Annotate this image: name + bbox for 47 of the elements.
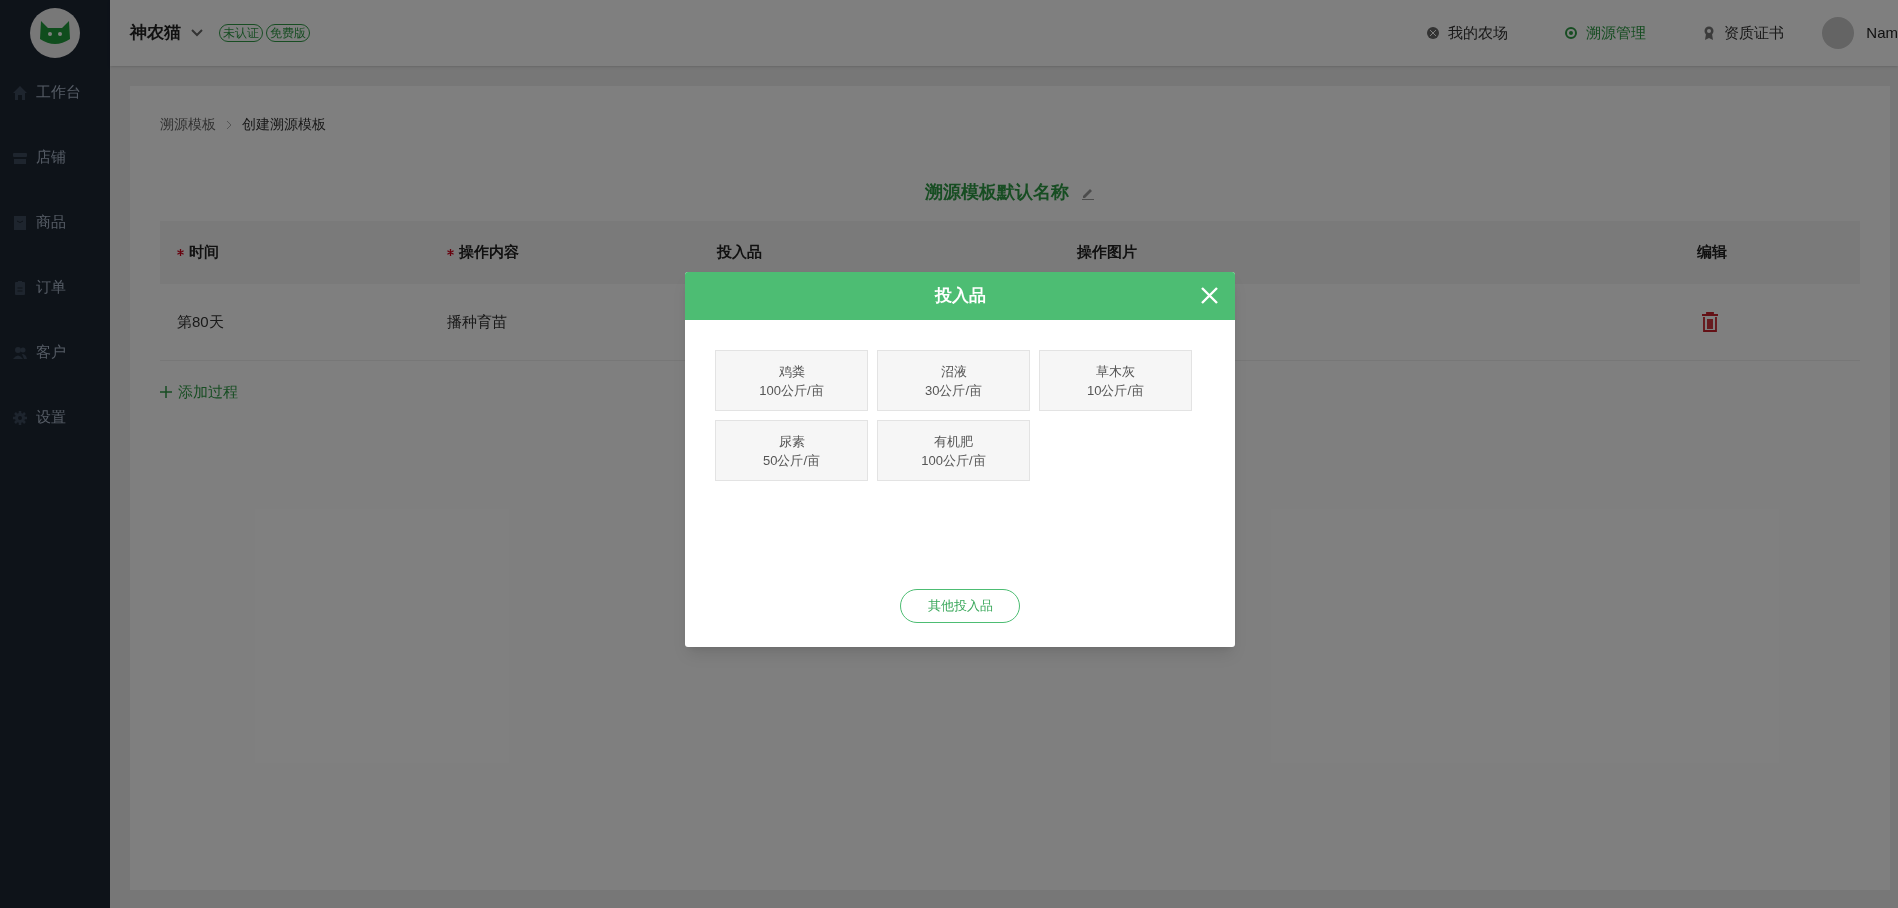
dialog-title: 投入品 (934, 285, 986, 308)
breadcrumb-item[interactable]: 溯源模板 (160, 114, 216, 135)
plus-icon[interactable] (160, 386, 172, 399)
chevron-down-icon[interactable] (191, 29, 203, 37)
column-header: 投入品 (717, 242, 763, 263)
trash-icon[interactable] (1701, 312, 1719, 332)
sidebar-item[interactable]: 商品 (0, 190, 110, 255)
nav-link[interactable]: 资质证书 (1702, 21, 1785, 45)
template-title: 溯源模板默认名称 (925, 181, 1069, 204)
column-header: 时间 (189, 242, 219, 263)
input-item-card[interactable]: 草木灰 10公斤/亩 (1039, 350, 1192, 411)
table-cell-text: 播种育苗 (447, 311, 508, 332)
input-amount: 100公斤/亩 (921, 451, 986, 470)
input-amount: 100公斤/亩 (759, 381, 824, 400)
logo-icon (30, 8, 80, 58)
input-amount: 30公斤/亩 (924, 381, 983, 400)
column-header: 操作内容 (459, 242, 519, 263)
column-header: 编辑 (1697, 242, 1728, 263)
table-cell-text: 第80天 (177, 311, 225, 332)
input-amount: 50公斤/亩 (762, 451, 821, 470)
chevron-right-icon (226, 119, 232, 130)
brand-name: 神农猫 (130, 22, 181, 45)
breadcrumb-item: 创建溯源模板 (242, 115, 326, 134)
input-amount: 10公斤/亩 (1086, 381, 1145, 400)
user-name[interactable]: Nam (1866, 21, 1898, 45)
input-name: 鸡粪 (778, 362, 805, 381)
nav-link[interactable]: 溯源管理 (1564, 21, 1647, 45)
input-name: 沼液 (940, 362, 967, 381)
other-inputs-button[interactable]: 其他投入品 (900, 589, 1020, 623)
input-name: 有机肥 (934, 432, 973, 451)
input-item-card[interactable]: 有机肥 100公斤/亩 (877, 420, 1030, 481)
sidebar-item[interactable]: 工作台 (0, 60, 110, 125)
input-item-card[interactable]: 尿素 50公斤/亩 (715, 420, 868, 481)
sidebar-item[interactable]: 客户 (0, 320, 110, 385)
sidebar-item[interactable]: 订单 (0, 255, 110, 320)
column-header: 操作图片 (1077, 242, 1138, 263)
avatar[interactable] (1822, 17, 1855, 49)
close-icon[interactable] (1200, 286, 1219, 305)
sidebar-item[interactable]: 店铺 (0, 125, 110, 190)
sidebar-item[interactable]: 设置 (0, 385, 110, 450)
input-item-card[interactable]: 沼液 30公斤/亩 (877, 350, 1030, 411)
add-process-link[interactable]: 添加过程 (178, 381, 238, 404)
input-name: 尿素 (778, 432, 805, 451)
target-icon (1564, 26, 1579, 40)
nav-link[interactable]: 我的农场 (1426, 21, 1509, 45)
input-name: 草木灰 (1096, 362, 1135, 381)
input-item-card[interactable]: 鸡粪 100公斤/亩 (715, 350, 868, 411)
